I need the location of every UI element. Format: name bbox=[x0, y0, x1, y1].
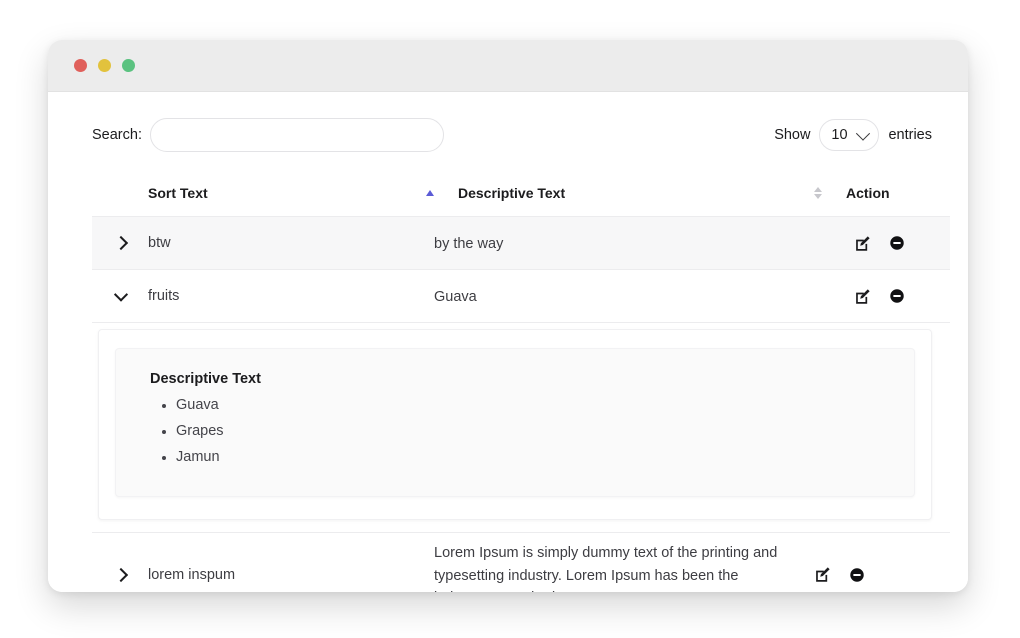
cell-action bbox=[846, 235, 950, 252]
th-sort-text-label: Sort Text bbox=[148, 185, 208, 201]
remove-icon[interactable] bbox=[889, 235, 905, 251]
close-window-button[interactable] bbox=[74, 59, 87, 72]
cell-descriptive-text: by the way bbox=[434, 235, 504, 252]
row-toggle-cell bbox=[92, 285, 148, 307]
th-descriptive-text[interactable]: Descriptive Text bbox=[458, 185, 838, 201]
search-group: Search: bbox=[92, 118, 444, 152]
cell-sort-text: lorem inspum bbox=[148, 566, 236, 583]
expand-row-button[interactable] bbox=[110, 232, 132, 254]
row-detail-list: Guava Grapes Jamun bbox=[150, 393, 888, 470]
th-sort-text[interactable]: Sort Text bbox=[148, 185, 458, 201]
search-label: Search: bbox=[92, 127, 142, 143]
table-row[interactable]: lorem inspum Lorem Ipsum is simply dummy… bbox=[92, 533, 950, 592]
datatable-container: Search: Show 10 entries Sort Text Descri… bbox=[48, 92, 968, 592]
table-header-row: Sort Text Descriptive Text Action bbox=[92, 176, 950, 217]
chevron-right-icon bbox=[113, 235, 129, 251]
entries-label: entries bbox=[888, 127, 932, 143]
page-body: Search: Show 10 entries Sort Text Descri… bbox=[48, 92, 968, 592]
cell-descriptive-text: Guava bbox=[434, 288, 477, 305]
table-row[interactable]: btw by the way bbox=[92, 217, 950, 270]
app-window: Search: Show 10 entries Sort Text Descri… bbox=[48, 40, 968, 592]
row-detail-card: Descriptive Text Guava Grapes Jamun bbox=[115, 348, 915, 498]
expand-row-button[interactable] bbox=[110, 564, 132, 586]
cell-sort-text: btw bbox=[148, 235, 171, 251]
chevron-down-icon bbox=[113, 287, 129, 302]
th-descriptive-text-label: Descriptive Text bbox=[458, 185, 566, 201]
remove-icon[interactable] bbox=[849, 567, 865, 583]
cell-action bbox=[806, 566, 910, 583]
chevron-right-icon bbox=[113, 567, 129, 582]
search-input[interactable] bbox=[149, 118, 444, 152]
row-toggle-cell bbox=[92, 564, 148, 586]
th-action: Action bbox=[838, 185, 950, 201]
window-titlebar bbox=[48, 40, 968, 92]
maximize-window-button[interactable] bbox=[122, 59, 135, 72]
row-detail-panel: Descriptive Text Guava Grapes Jamun bbox=[92, 323, 950, 534]
row-detail-title: Descriptive Text bbox=[150, 371, 261, 387]
cell-action bbox=[846, 288, 950, 305]
list-item: Grapes bbox=[176, 419, 888, 445]
list-item: Jamun bbox=[176, 445, 888, 471]
sort-ascending-icon[interactable] bbox=[426, 190, 434, 196]
collapse-row-button[interactable] bbox=[110, 285, 132, 307]
cell-descriptive-text: Lorem Ipsum is simply dummy text of the … bbox=[434, 545, 778, 592]
row-detail-outer: Descriptive Text Guava Grapes Jamun bbox=[98, 329, 932, 521]
data-table: Sort Text Descriptive Text Action btw by… bbox=[92, 176, 950, 592]
entries-select[interactable]: 10 bbox=[819, 119, 880, 151]
chevron-down-icon bbox=[855, 126, 870, 141]
datatable-controls: Search: Show 10 entries bbox=[92, 92, 950, 152]
screen: Search: Show 10 entries Sort Text Descri… bbox=[0, 0, 1020, 638]
remove-icon[interactable] bbox=[889, 288, 905, 304]
edit-icon[interactable] bbox=[854, 235, 871, 252]
cell-sort-text: fruits bbox=[148, 288, 180, 304]
traffic-lights bbox=[74, 59, 135, 72]
th-action-label: Action bbox=[846, 185, 890, 201]
edit-icon[interactable] bbox=[854, 288, 871, 305]
list-item: Guava bbox=[176, 393, 888, 419]
table-row[interactable]: fruits Guava bbox=[92, 270, 950, 323]
row-toggle-cell bbox=[92, 232, 148, 254]
entries-group: Show 10 entries bbox=[774, 119, 932, 151]
sort-none-icon[interactable] bbox=[814, 187, 822, 199]
minimize-window-button[interactable] bbox=[98, 59, 111, 72]
edit-icon[interactable] bbox=[814, 566, 831, 583]
show-label: Show bbox=[774, 127, 811, 143]
entries-select-value: 10 bbox=[831, 127, 848, 143]
